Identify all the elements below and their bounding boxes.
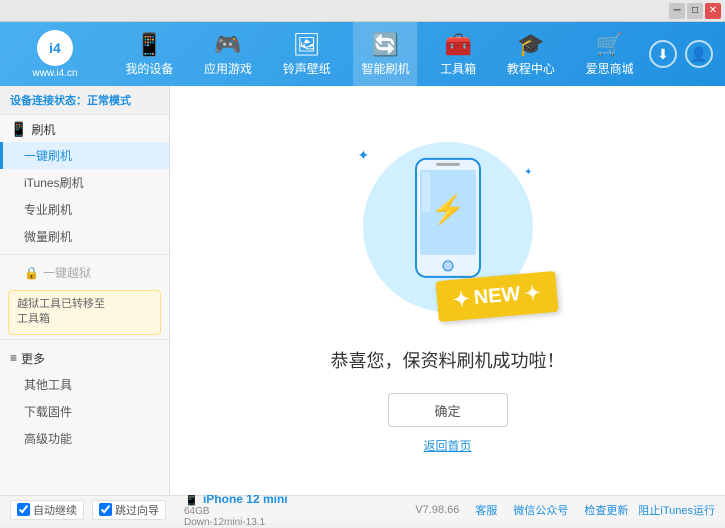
tutorials-icon: 🎓 [517,32,544,58]
close-button[interactable]: ✕ [705,3,721,19]
download-button[interactable]: ⬇ [649,40,677,68]
lock-icon: 🔒 [24,266,39,280]
sidebar-item-micro-flash[interactable]: 微量刷机 [0,223,169,250]
my-device-label: 我的设备 [125,60,173,77]
sidebar-item-itunes-flash[interactable]: iTunes刷机 [0,169,169,196]
titlebar: ─ □ ✕ [0,0,725,22]
phone-illustration: ⚡ ✦ NEW ✦ ✦ ✦ [348,127,548,327]
smart-flash-icon: 🔄 [372,32,399,58]
check-update-link[interactable]: 检查更新 [584,502,628,518]
back-home-link[interactable]: 返回首页 [423,437,471,454]
bottom-right: V7.98.66 客服 微信公众号 检查更新 [415,502,628,518]
skip-wizard-checkbox[interactable]: 跳过向导 [92,500,166,520]
confirm-button[interactable]: 确定 [388,393,508,427]
logo-subtext: www.i4.cn [32,68,77,79]
toolbox-icon: 🧰 [444,32,471,58]
aisi-store-icon: 🛒 [596,32,623,58]
sidebar-item-pro-flash[interactable]: 专业刷机 [0,196,169,223]
status-value: 正常模式 [87,95,131,107]
svg-text:⚡: ⚡ [430,193,465,226]
auto-advance-input[interactable] [17,503,30,516]
tutorials-label: 教程中心 [507,60,555,77]
wechat-official-link[interactable]: 微信公众号 [513,502,568,518]
flash-section-title: 📱 刷机 [0,115,169,142]
deco-star-1: ✦ [358,147,370,164]
star-left: ✦ [452,286,471,312]
success-message: 恭喜您，保资料刷机成功啦！ [331,347,565,373]
nav-aisi-store[interactable]: 🛒 爱思商城 [578,22,642,86]
customer-service-link[interactable]: 客服 [475,502,497,518]
sidebar-item-advanced[interactable]: 高级功能 [0,425,169,452]
auto-advance-checkbox[interactable]: 自动继续 [10,500,84,520]
sidebar-item-one-key-flash[interactable]: 一键刷机 [0,142,169,169]
aisi-store-label: 爱思商城 [586,60,634,77]
toolbox-label: 工具箱 [440,60,476,77]
sidebar-item-download-firmware[interactable]: 下载固件 [0,398,169,425]
user-button[interactable]: 👤 [685,40,713,68]
my-device-icon: 📱 [136,32,163,58]
nav-apps-games[interactable]: 🎮 应用游戏 [196,22,260,86]
device-version: Down-12mini-13.1 [184,517,288,528]
sidebar: 设备连接状态：正常模式 📱 刷机 一键刷机 iTunes刷机 专业刷机 微量刷机… [0,86,170,495]
apps-games-icon: 🎮 [214,32,241,58]
divider-2 [0,339,169,340]
apps-games-label: 应用游戏 [204,60,252,77]
version-number: V7.98.66 [415,504,459,516]
main-area: 设备连接状态：正常模式 📱 刷机 一键刷机 iTunes刷机 专业刷机 微量刷机… [0,86,725,495]
maximize-button[interactable]: □ [687,3,703,19]
more-section-title: ≡ 更多 [0,344,169,371]
device-storage: 64GB [184,506,288,517]
nav-tutorials[interactable]: 🎓 教程中心 [499,22,563,86]
star-right: ✦ [524,280,543,306]
nav-bar: 📱 我的设备 🎮 应用游戏 🖼 铃声壁纸 🔄 智能刷机 🧰 工具箱 🎓 教程中心… [110,22,649,86]
status-label: 设备连接状态： [10,95,87,107]
more-icon: ≡ [10,351,17,365]
device-info: 📱 iPhone 12 mini 64GB Down-12mini-13.1 [184,492,288,528]
deco-star-2: ✦ [524,167,532,178]
auto-advance-label: 自动继续 [33,502,77,518]
header: i4 www.i4.cn 📱 我的设备 🎮 应用游戏 🖼 铃声壁纸 🔄 智能刷机… [0,22,725,86]
main-content: ⚡ ✦ NEW ✦ ✦ ✦ 恭喜您，保资料刷机成功啦！ 确定 返回首页 [170,86,725,495]
sidebar-item-other-tools[interactable]: 其他工具 [0,371,169,398]
nav-smart-flash[interactable]: 🔄 智能刷机 [353,22,417,86]
bottom-left: 自动继续 跳过向导 📱 iPhone 12 mini 64GB Down-12m… [10,492,415,528]
sidebar-notice: 越狱工具已转移至工具箱 [8,290,161,335]
logo-icon: i4 [37,30,73,66]
flash-section-icon: 📱 [10,121,27,138]
device-status-bar: 设备连接状态：正常模式 [0,86,169,115]
minimize-button[interactable]: ─ [669,3,685,19]
bottom-bar: 自动继续 跳过向导 📱 iPhone 12 mini 64GB Down-12m… [0,495,725,523]
skip-wizard-input[interactable] [99,503,112,516]
wallpaper-icon: 🖼 [293,32,321,58]
nav-right: ⬇ 👤 [649,40,725,68]
nav-my-device[interactable]: 📱 我的设备 [117,22,181,86]
smart-flash-label: 智能刷机 [361,60,409,77]
wallpaper-label: 铃声壁纸 [283,60,331,77]
phone-graphic: ⚡ [408,154,488,287]
nav-wallpaper[interactable]: 🖼 铃声壁纸 [275,22,339,86]
new-text: NEW [473,283,521,310]
skip-wizard-label: 跳过向导 [115,502,159,518]
stop-itunes-button[interactable]: 阻止iTunes运行 [638,502,715,518]
sidebar-item-jailbreak: 🔒 一键越狱 [0,259,169,286]
logo: i4 www.i4.cn [0,30,110,79]
divider-1 [0,254,169,255]
flash-section-label: 刷机 [31,121,55,138]
nav-toolbox[interactable]: 🧰 工具箱 [432,22,484,86]
